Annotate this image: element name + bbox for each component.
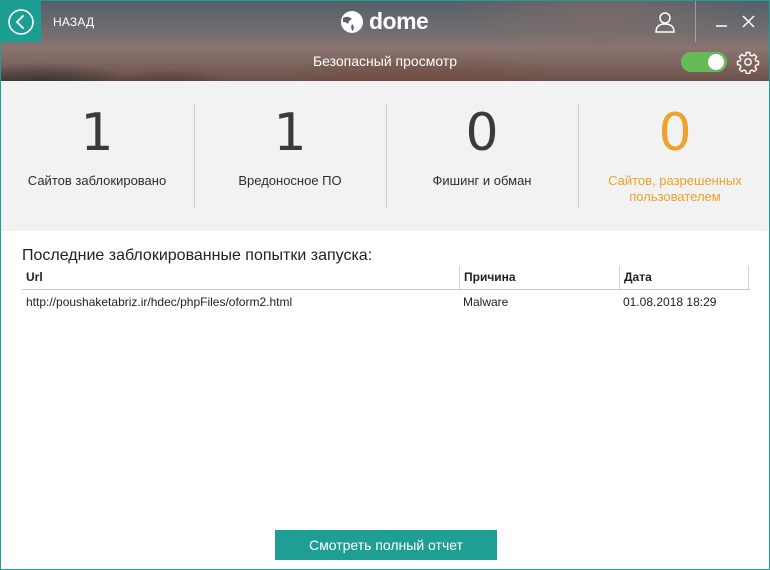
- settings-button[interactable]: [736, 50, 760, 75]
- app-logo: dome: [339, 8, 429, 35]
- stat-value: 0: [658, 103, 692, 163]
- table-row[interactable]: http://poushaketabriz.ir/hdec/phpFiles/o…: [22, 290, 750, 314]
- toggle-knob: [708, 54, 724, 70]
- back-button[interactable]: [1, 1, 41, 42]
- close-button[interactable]: [738, 9, 760, 33]
- minimize-button[interactable]: [711, 9, 733, 33]
- gear-icon: [736, 51, 760, 75]
- back-label[interactable]: НАЗАД: [53, 15, 94, 29]
- stat-malware: 1 Вредоносное ПО: [194, 81, 386, 231]
- stat-label: Сайтов заблокировано: [27, 173, 167, 188]
- view-full-report-button[interactable]: Смотреть полный отчет: [275, 530, 497, 560]
- column-header-url[interactable]: Url: [22, 266, 459, 289]
- table-header: Url Причина Дата: [22, 266, 750, 290]
- stat-value: 1: [80, 103, 114, 163]
- safe-browsing-toggle[interactable]: [681, 52, 727, 72]
- header-divider: [695, 1, 696, 42]
- stat-sites-blocked: 1 Сайтов заблокировано: [1, 81, 193, 231]
- column-header-reason[interactable]: Причина: [459, 266, 619, 289]
- cell-url: http://poushaketabriz.ir/hdec/phpFiles/o…: [26, 295, 293, 309]
- stat-user-allowed[interactable]: 0 Сайтов, разрешенных пользователем: [579, 81, 769, 231]
- app-window: НАЗАД dome Безопасный просмотр 1 Сайтов …: [0, 0, 770, 570]
- back-arrow-icon: [8, 8, 34, 35]
- blocked-section-title: Последние заблокированные попытки запуск…: [22, 247, 373, 264]
- logo-text: dome: [369, 8, 429, 34]
- dome-logo-icon: [341, 10, 363, 33]
- page-title: Безопасный просмотр: [312, 53, 458, 69]
- cell-date: 01.08.2018 18:29: [623, 295, 717, 309]
- stat-value: 1: [273, 103, 307, 163]
- header-banner: НАЗАД dome Безопасный просмотр: [1, 1, 769, 81]
- user-icon: [655, 12, 675, 33]
- stat-label: Фишинг и обман: [432, 173, 532, 188]
- account-button[interactable]: [651, 9, 679, 35]
- cell-reason: Malware: [463, 295, 509, 309]
- stat-label: Сайтов, разрешенных пользователем: [608, 173, 742, 204]
- stats-panel: 1 Сайтов заблокировано 1 Вредоносное ПО …: [1, 81, 769, 231]
- stat-label: Вредоносное ПО: [238, 173, 342, 188]
- minimize-icon: [716, 25, 727, 27]
- stat-value: 0: [465, 103, 499, 163]
- close-icon: [742, 15, 755, 28]
- stat-phishing: 0 Фишинг и обман: [386, 81, 578, 231]
- column-header-date[interactable]: Дата: [619, 266, 749, 289]
- blocked-table: Url Причина Дата http://poushaketabriz.i…: [22, 266, 750, 314]
